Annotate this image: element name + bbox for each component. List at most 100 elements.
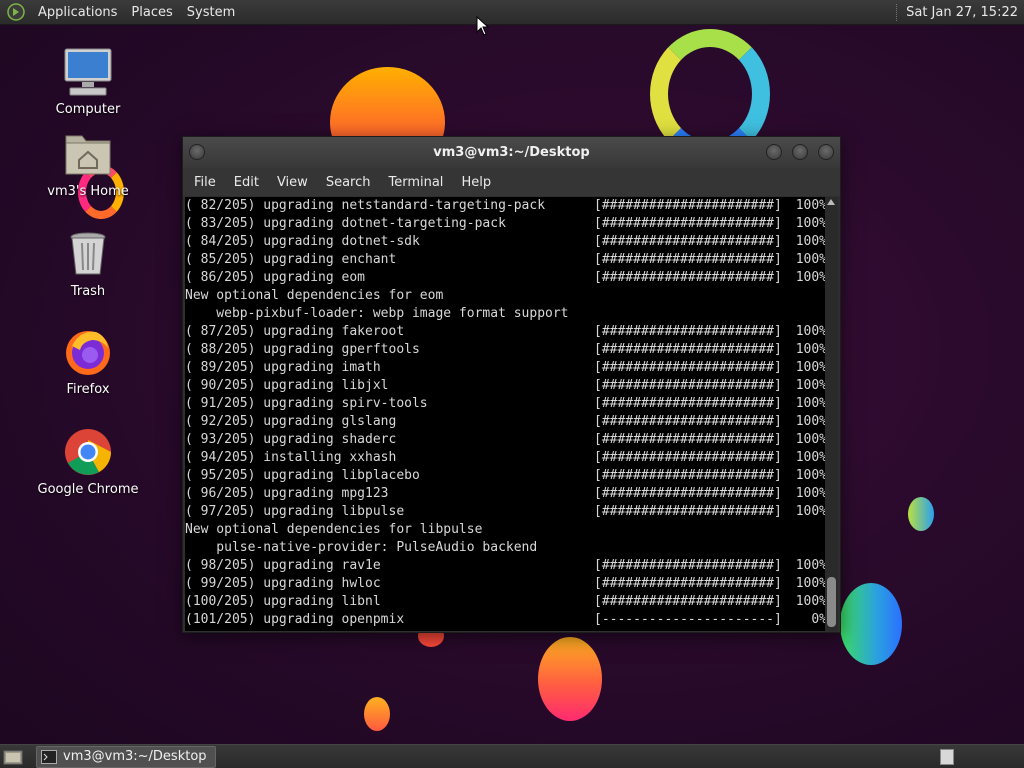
maximize-button[interactable] <box>792 144 808 160</box>
scroll-up-arrow-icon[interactable] <box>827 199 835 205</box>
menu-help[interactable]: Help <box>452 175 500 190</box>
taskbar-terminal-button[interactable]: vm3@vm3:~/Desktop <box>36 745 216 768</box>
terminal-line: ( 98/205) upgrading rav1e [##############… <box>185 557 827 575</box>
terminal-line: ( 85/205) upgrading enchant [############… <box>185 251 827 269</box>
home-folder-icon <box>65 135 111 175</box>
workspace-switcher[interactable] <box>940 748 954 765</box>
computer-icon <box>64 48 112 96</box>
terminal-progress-bar: [######################] <box>594 414 782 429</box>
scrollbar-thumb[interactable] <box>827 577 836 627</box>
desktop-icon-label: vm3's Home <box>47 184 129 199</box>
terminal-icon <box>41 749 57 764</box>
trash-icon <box>70 232 106 275</box>
firefox-icon <box>66 331 110 375</box>
menu-file[interactable]: File <box>185 175 225 190</box>
terminal-line: ( 97/205) upgrading libpulse [###########… <box>185 503 827 521</box>
terminal-line: ( 94/205) installing xxhash [############… <box>185 449 827 467</box>
terminal-line-text: ( 85/205) upgrading enchant <box>185 252 397 267</box>
terminal-percent: 100% <box>795 558 827 573</box>
terminal-percent: 100% <box>795 396 827 411</box>
terminal-percent: 100% <box>795 486 827 501</box>
terminal-line: ( 87/205) upgrading fakeroot [###########… <box>185 323 827 341</box>
terminal-menubar: File Edit View Search Terminal Help <box>183 168 840 196</box>
desktop-icon-label: Trash <box>70 284 106 299</box>
terminal-scrollbar[interactable] <box>825 197 838 631</box>
terminal-line-text: ( 87/205) upgrading fakeroot <box>185 324 405 339</box>
wallpaper-pink-orb <box>538 637 602 721</box>
terminal-progress-bar: [######################] <box>594 450 782 465</box>
terminal-percent: 100% <box>795 252 827 267</box>
terminal-line-text: ( 82/205) upgrading netstandard-targetin… <box>185 198 546 213</box>
menu-terminal[interactable]: Terminal <box>379 175 452 190</box>
terminal-line-text: ( 93/205) upgrading shaderc <box>185 432 397 447</box>
terminal-line: webp-pixbuf-loader: webp image format su… <box>185 305 827 323</box>
show-desktop-icon[interactable] <box>2 748 24 766</box>
terminal-line-text: ( 95/205) upgrading libplacebo <box>185 468 420 483</box>
terminal-line-text: ( 92/205) upgrading glslang <box>185 414 397 429</box>
taskbar-button-label: vm3@vm3:~/Desktop <box>63 749 207 764</box>
terminal-line: ( 82/205) upgrading netstandard-targetin… <box>185 197 827 215</box>
places-menu[interactable]: Places <box>124 0 179 25</box>
terminal-line-text: ( 97/205) upgrading libpulse <box>185 504 405 519</box>
terminal-percent: 100% <box>795 234 827 249</box>
minimize-button[interactable] <box>766 144 782 160</box>
terminal-line: ( 99/205) upgrading hwloc [##############… <box>185 575 827 593</box>
terminal-percent: 100% <box>795 576 827 591</box>
terminal-progress-bar: [######################] <box>594 270 782 285</box>
window-titlebar[interactable]: vm3@vm3:~/Desktop <box>183 137 840 168</box>
terminal-progress-bar: [######################] <box>594 486 782 501</box>
menu-search[interactable]: Search <box>317 175 380 190</box>
terminal-progress-bar: [######################] <box>594 252 782 267</box>
desktop-icon-firefox[interactable]: Firefox <box>28 326 148 397</box>
terminal-percent: 100% <box>795 450 827 465</box>
terminal-percent: 100% <box>795 342 827 357</box>
terminal-progress-bar: [######################] <box>594 342 782 357</box>
bottom-panel: vm3@vm3:~/Desktop <box>0 744 1024 768</box>
terminal-progress-bar <box>594 305 794 323</box>
terminal-line: pulse-native-provider: PulseAudio backen… <box>185 539 827 557</box>
terminal-line-text: ( 91/205) upgrading spirv-tools <box>185 396 428 411</box>
system-menu[interactable]: System <box>180 0 242 25</box>
terminal-percent: 100% <box>795 378 827 393</box>
terminal-line-text: ( 83/205) upgrading dotnet-targeting-pac… <box>185 216 506 231</box>
desktop-icon-chrome[interactable]: Google Chrome <box>28 426 148 497</box>
terminal-window[interactable]: vm3@vm3:~/Desktop File Edit View Search … <box>182 136 841 633</box>
menu-view[interactable]: View <box>268 175 317 190</box>
desktop-icon-home[interactable]: vm3's Home <box>28 128 148 199</box>
terminal-progress-bar: [######################] <box>594 594 782 609</box>
terminal-line: ( 86/205) upgrading eom [################… <box>185 269 827 287</box>
terminal-progress-bar: [######################] <box>594 576 782 591</box>
desktop-icon-trash[interactable]: Trash <box>28 228 148 299</box>
applications-menu[interactable]: Applications <box>31 0 124 25</box>
terminal-line-text: ( 94/205) installing xxhash <box>185 450 397 465</box>
terminal-line-text: webp-pixbuf-loader: webp image format su… <box>185 306 569 321</box>
terminal-percent <box>794 305 827 323</box>
desktop-icon-computer[interactable]: Computer <box>28 46 148 117</box>
wallpaper-blue-orb <box>908 497 934 531</box>
terminal-progress-bar: [######################] <box>594 216 782 231</box>
terminal-progress-bar: [######################] <box>594 468 782 483</box>
chrome-icon <box>65 429 111 475</box>
window-menu-button[interactable] <box>189 144 205 160</box>
terminal-progress-bar: [######################] <box>594 198 782 213</box>
terminal-line: (100/205) upgrading libnl [##############… <box>185 593 827 611</box>
terminal-progress-bar: [######################] <box>594 432 782 447</box>
close-button[interactable] <box>818 144 834 160</box>
clock[interactable]: Sat Jan 27, 15:22 <box>906 5 1024 20</box>
desktop-icon-label: Google Chrome <box>37 482 139 497</box>
terminal-line: New optional dependencies for libpulse <box>185 521 827 539</box>
terminal-output[interactable]: ( 82/205) upgrading netstandard-targetin… <box>185 197 827 631</box>
terminal-percent <box>794 539 827 557</box>
menu-edit[interactable]: Edit <box>225 175 268 190</box>
top-panel: Applications Places System Sat Jan 27, 1… <box>0 0 1024 25</box>
terminal-progress-bar: [######################] <box>594 396 782 411</box>
terminal-line: ( 84/205) upgrading dotnet-sdk [#########… <box>185 233 827 251</box>
wallpaper-green-orb <box>840 583 902 665</box>
terminal-line: ( 83/205) upgrading dotnet-targeting-pac… <box>185 215 827 233</box>
desktop-icon-label: Firefox <box>66 382 110 397</box>
terminal-line: ( 88/205) upgrading gperftools [#########… <box>185 341 827 359</box>
terminal-progress-bar <box>594 539 794 557</box>
terminal-line-text: ( 99/205) upgrading hwloc <box>185 576 381 591</box>
terminal-line-text: ( 96/205) upgrading mpg123 <box>185 486 389 501</box>
mate-logo-icon[interactable] <box>7 3 25 21</box>
